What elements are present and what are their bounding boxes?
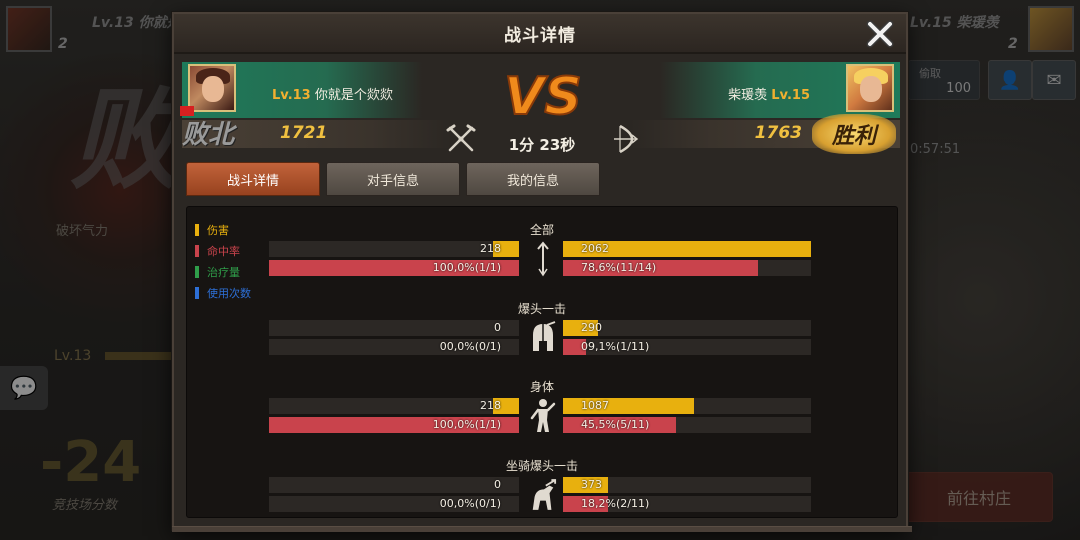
legend-item-heal: 治疗量 <box>195 261 251 282</box>
hit-bar-right: 18,2%(2/11) <box>563 496 811 512</box>
right-player-name-line: 柴瑗羡 Lv.15 <box>728 84 810 103</box>
damage-bar-left: 0 <box>269 320 519 336</box>
damage-bar-right: 1087 <box>563 398 811 414</box>
hit-value-left: 00,0%(0/1) <box>439 497 501 510</box>
modal-title: 战斗详情 <box>504 25 576 46</box>
modal-bottom-edge <box>172 526 912 532</box>
hit-value-right: 78,6%(11/14) <box>581 261 657 274</box>
damage-bar-left: 218 <box>269 241 519 257</box>
right-player-avatar[interactable] <box>846 64 894 112</box>
hit-bar-right: 78,6%(11/14) <box>563 260 811 276</box>
hit-value-left: 100,0%(1/1) <box>432 418 501 431</box>
damage-value-right: 1087 <box>581 399 609 412</box>
legend-swatch-hit-rate <box>195 244 199 257</box>
left-player-level: Lv.13 <box>272 88 311 103</box>
damage-value-right: 290 <box>581 321 602 334</box>
hit-value-right: 18,2%(2/11) <box>581 497 650 510</box>
arrow-icon <box>529 241 557 277</box>
hit-bar-left: 100,0%(1/1) <box>269 260 519 276</box>
hit-bar-left: 100,0%(1/1) <box>269 417 519 433</box>
hit-value-right: 45,5%(5/11) <box>581 418 650 431</box>
hit-bar-right: 45,5%(5/11) <box>563 417 811 433</box>
tab-opponent-info[interactable]: 对手信息 <box>326 162 460 196</box>
helmet-icon <box>529 320 557 356</box>
section-title-mount-headshot: 坐骑爆头一击 <box>505 459 578 473</box>
damage-bar-right: 290 <box>563 320 811 336</box>
damage-value-right: 373 <box>581 478 602 491</box>
legend-label-use-count: 使用次数 <box>207 286 251 300</box>
bow-icon <box>614 124 639 154</box>
legend-label-hit-rate: 命中率 <box>207 244 240 258</box>
vs-logo: VS <box>503 66 583 124</box>
modal-titlebar: 战斗详情 <box>174 14 906 54</box>
body-icon <box>529 398 557 434</box>
damage-value-left: 0 <box>494 321 501 334</box>
damage-value-left: 218 <box>480 242 501 255</box>
damage-value-right: 2062 <box>581 242 609 255</box>
hit-bar-left: 00,0%(0/1) <box>269 496 519 512</box>
legend-label-heal: 治疗量 <box>207 265 240 279</box>
left-player-name: 你就是个欻欻 <box>314 88 393 103</box>
hit-bar-right: 09,1%(1/11) <box>563 339 811 355</box>
left-player-avatar[interactable] <box>188 64 236 112</box>
right-player-score: 1763 <box>754 123 802 143</box>
battle-detail-modal: 战斗详情 Lv.13 你就是个欻欻 柴瑗羡 Lv.15 VS 败北 1721 1… <box>172 12 912 532</box>
left-player-name-line: Lv.13 你就是个欻欻 <box>272 84 393 103</box>
hit-value-right: 09,1%(1/11) <box>581 340 650 353</box>
hit-bar-left: 00,0%(0/1) <box>269 339 519 355</box>
detail-tabs: 战斗详情 对手信息 我的信息 <box>186 162 600 196</box>
section-title-all: 全部 <box>529 223 554 237</box>
battle-header: Lv.13 你就是个欻欻 柴瑗羡 Lv.15 VS 败北 1721 1分 23秒 <box>180 60 900 164</box>
close-icon <box>866 20 894 48</box>
damage-bar-right: 373 <box>563 477 811 493</box>
crossed-weapons-icon <box>446 124 476 152</box>
damage-bar-left: 0 <box>269 477 519 493</box>
right-player-level: Lv.15 <box>771 88 810 103</box>
legend-swatch-heal <box>195 265 199 278</box>
close-button[interactable] <box>862 16 898 52</box>
left-result-badge: 败北 <box>182 120 235 150</box>
damage-value-left: 0 <box>494 478 501 491</box>
hit-value-left: 100,0%(1/1) <box>432 261 501 274</box>
battle-duration: 1分 23秒 <box>508 136 576 154</box>
tab-my-info[interactable]: 我的信息 <box>466 162 600 196</box>
section-title-headshot: 爆头一击 <box>517 302 566 316</box>
right-player-name: 柴瑗羡 <box>728 88 768 103</box>
legend-item-hit-rate: 命中率 <box>195 240 251 261</box>
mount-icon <box>529 477 557 513</box>
tab-battle-detail[interactable]: 战斗详情 <box>186 162 320 196</box>
right-result-badge: 胜利 <box>812 114 896 154</box>
stats-panel: 伤害 命中率 治疗量 使用次数 全部 218 100,0%(1/1) 2062 … <box>186 206 898 518</box>
damage-bar-left: 218 <box>269 398 519 414</box>
damage-bar-right: 2062 <box>563 241 811 257</box>
legend-swatch-use-count <box>195 286 199 299</box>
hit-value-left: 00,0%(0/1) <box>439 340 501 353</box>
section-title-body: 身体 <box>529 380 554 394</box>
damage-value-left: 218 <box>480 399 501 412</box>
vs-text: VS <box>504 67 582 124</box>
left-player-score: 1721 <box>280 123 328 143</box>
